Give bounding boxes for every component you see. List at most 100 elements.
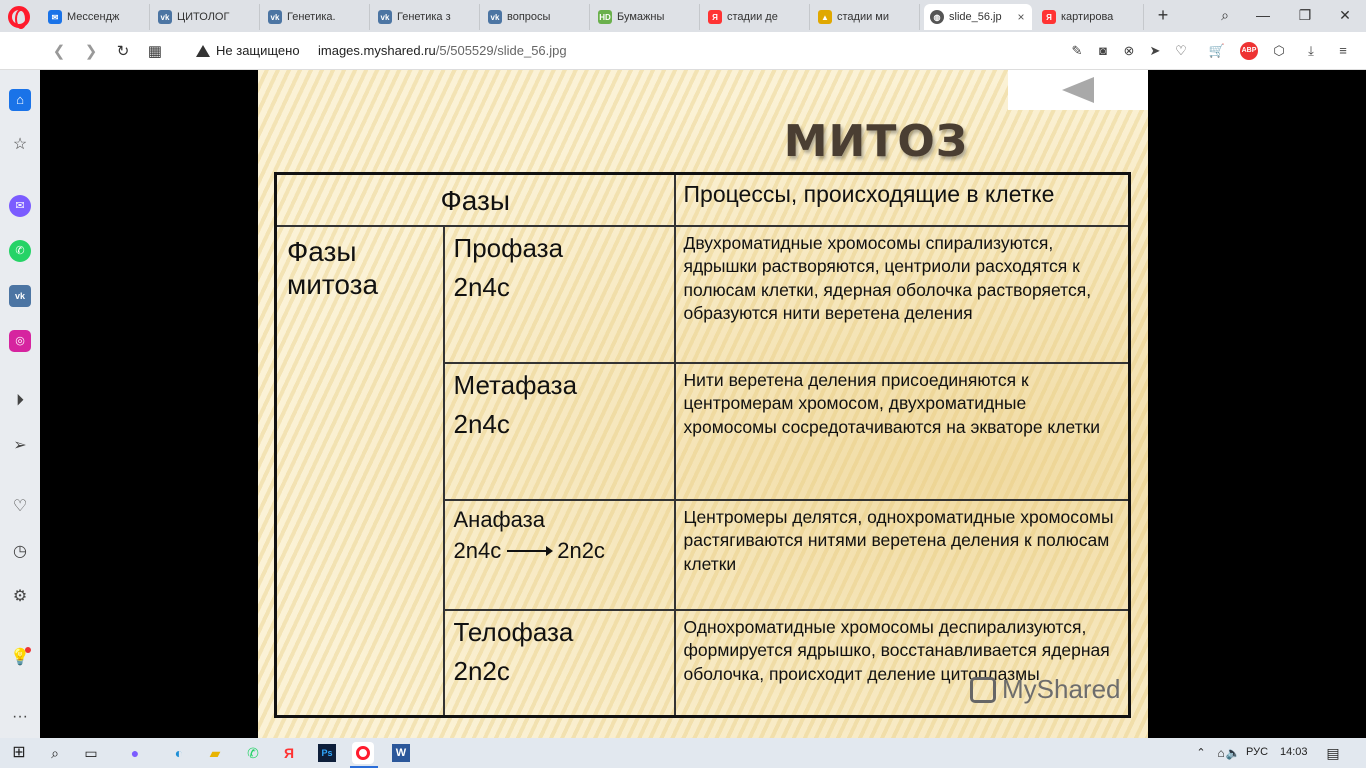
more-icon[interactable]: ··· [9, 706, 31, 728]
tab-close-icon[interactable]: × [1014, 10, 1028, 24]
image-icon: ▲ [818, 10, 832, 24]
lightbulb-icon[interactable]: 💡 [9, 647, 31, 669]
download-icon[interactable]: ⤓ [1302, 42, 1320, 60]
block-icon[interactable]: ⊗ [1120, 42, 1138, 60]
phase-cell: Профаза 2n4c [442, 224, 676, 364]
whatsapp-icon[interactable]: ✆ [242, 742, 264, 764]
windows-start-icon[interactable]: ⊞ [8, 742, 30, 764]
header-phases: Фазы [274, 172, 676, 227]
yandex-icon: Я [1042, 10, 1056, 24]
warning-icon [196, 44, 210, 57]
heart-icon[interactable]: ♡ [1172, 42, 1190, 60]
edit-icon[interactable]: ✎ [1068, 42, 1086, 60]
restore-button[interactable]: ❐ [1290, 4, 1320, 26]
page-viewport: МИТОЗ Фазы Процессы, происходящие в клет… [40, 70, 1366, 738]
opera-icon[interactable] [352, 742, 374, 764]
whatsapp-icon[interactable]: ✆ [9, 240, 31, 262]
phase-name: Телофаза [453, 616, 574, 647]
tab-cytology[interactable]: vk ЦИТОЛОГ [152, 4, 260, 30]
messenger-icon[interactable]: ✉ [9, 195, 31, 217]
taskbar: ⊞ ⌕ ▭ ● ◐ ▰ ✆ Я Ps W ⌃ ⌂ 🔈 РУС 14:03 ▤ [0, 738, 1366, 768]
star-icon[interactable]: ☆ [9, 134, 31, 156]
player-icon[interactable]: ⏵ [9, 390, 31, 412]
tab-paper[interactable]: HD Бумажны [592, 4, 700, 30]
send-icon[interactable]: ➤ [1146, 42, 1164, 60]
phase-description: Двухроматидные хромосомы спирализуются, … [673, 224, 1131, 364]
tab-mapping[interactable]: Я картирова [1036, 4, 1144, 30]
tab-genetics-2[interactable]: vk Генетика з [372, 4, 480, 30]
photoshop-icon[interactable]: Ps [318, 744, 336, 762]
arrow-right-icon [507, 545, 554, 556]
yandex-browser-icon[interactable]: Я [278, 742, 300, 764]
watermark: MyShared [970, 674, 1121, 705]
phase-name: Метафаза [453, 369, 578, 400]
heart-icon[interactable]: ♡ [9, 496, 31, 518]
slide-title: МИТОЗ [783, 116, 968, 167]
slide-image: МИТОЗ Фазы Процессы, происходящие в клет… [258, 70, 1148, 738]
phase-description: Центромеры делятся, однохроматидные хром… [673, 498, 1131, 611]
search-icon[interactable]: ⌕ [1210, 4, 1240, 26]
tray-chevron-up-icon[interactable]: ⌃ [1190, 742, 1212, 764]
home-icon[interactable]: ⌂ [9, 89, 31, 111]
phase-formula: 2n2c [453, 656, 510, 687]
minimize-button[interactable]: — [1248, 4, 1278, 26]
table-row: Фазы митоза Профаза 2n4c Двухроматидные … [274, 224, 1131, 718]
instagram-icon[interactable]: ◎ [9, 330, 31, 352]
vk-icon: vk [488, 10, 502, 24]
cart-icon[interactable]: 🛒 [1208, 42, 1226, 60]
tab-slide-56[interactable]: ◍ slide_56.jp × [924, 4, 1032, 30]
security-indicator[interactable]: Не защищено [196, 43, 300, 58]
tab-genetics-1[interactable]: vk Генетика. [262, 4, 370, 30]
volume-icon[interactable]: 🔈 [1222, 742, 1244, 764]
edge-icon[interactable]: ◐ [168, 742, 190, 764]
cube-icon[interactable]: ⬡ [1270, 42, 1288, 60]
reload-button[interactable]: ↻ [112, 41, 134, 63]
messenger-icon: ✉ [48, 10, 62, 24]
gear-icon[interactable]: ⚙ [9, 586, 31, 608]
phase-cell: Телофаза 2n2c [442, 608, 676, 718]
tab-division-stages[interactable]: Я стадии де [702, 4, 810, 30]
opera-menu-icon[interactable] [8, 6, 30, 29]
language-indicator[interactable]: РУС [1246, 746, 1268, 758]
sidebar: ⌂ ☆ ✉ ✆ vk ◎ ⏵ ➢ ♡ ◷ ⚙ 💡 ··· [0, 70, 40, 738]
file-explorer-icon[interactable]: ▰ [204, 742, 226, 764]
close-window-button[interactable]: ✕ [1330, 4, 1360, 26]
notifications-icon[interactable]: ▤ [1322, 742, 1344, 764]
search-icon[interactable]: ⌕ [44, 742, 66, 764]
alice-icon[interactable]: ● [124, 742, 146, 764]
send-icon[interactable]: ➢ [9, 435, 31, 457]
tab-mitosis-stages[interactable]: ▲ стадии ми [812, 4, 920, 30]
group-label: Фазы митоза [274, 224, 445, 718]
hd-icon: HD [598, 10, 612, 24]
phase-name: Анафаза [453, 506, 545, 532]
phase-cell: Метафаза 2n4c [442, 361, 676, 501]
slide-nav-box [1008, 70, 1148, 110]
tab-messenger[interactable]: ✉ Мессендж [42, 4, 150, 30]
myshared-logo-icon [970, 676, 996, 703]
clock[interactable]: 14:03 [1280, 746, 1308, 758]
phase-formula: 2n4c [453, 272, 510, 303]
phase-cell: Анафаза 2n4c 2n2c [442, 498, 676, 611]
vk-icon[interactable]: vk [9, 285, 31, 307]
phase-formula: 2n4c [453, 409, 510, 440]
phase-formula: 2n4c 2n2c [453, 537, 605, 563]
history-icon[interactable]: ◷ [9, 541, 31, 563]
url-field[interactable]: images.myshared.ru/5/505529/slide_56.jpg [318, 43, 567, 58]
speed-dial-icon[interactable]: ▦ [144, 41, 166, 63]
forward-button[interactable]: ❯ [80, 41, 102, 63]
back-arrow-icon[interactable] [1062, 77, 1094, 103]
adblock-icon[interactable]: ABP [1240, 42, 1258, 60]
menu-icon[interactable]: ≡ [1334, 42, 1352, 60]
tab-questions[interactable]: vk вопросы [482, 4, 590, 30]
new-tab-button[interactable]: + [1152, 4, 1174, 26]
phase-name: Профаза [453, 232, 564, 263]
notification-dot [25, 647, 31, 653]
vk-icon: vk [268, 10, 282, 24]
task-view-icon[interactable]: ▭ [80, 742, 102, 764]
back-button[interactable]: ❮ [48, 41, 70, 63]
tab-strip: ✉ Мессендж vk ЦИТОЛОГ vk Генетика. vk Ге… [0, 0, 1366, 32]
screen: ✉ Мессендж vk ЦИТОЛОГ vk Генетика. vk Ге… [0, 0, 1366, 768]
camera-icon[interactable]: ◙ [1094, 42, 1112, 60]
phase-description: Нити веретена деления присоединяются к ц… [673, 361, 1131, 501]
word-icon[interactable]: W [392, 744, 410, 762]
